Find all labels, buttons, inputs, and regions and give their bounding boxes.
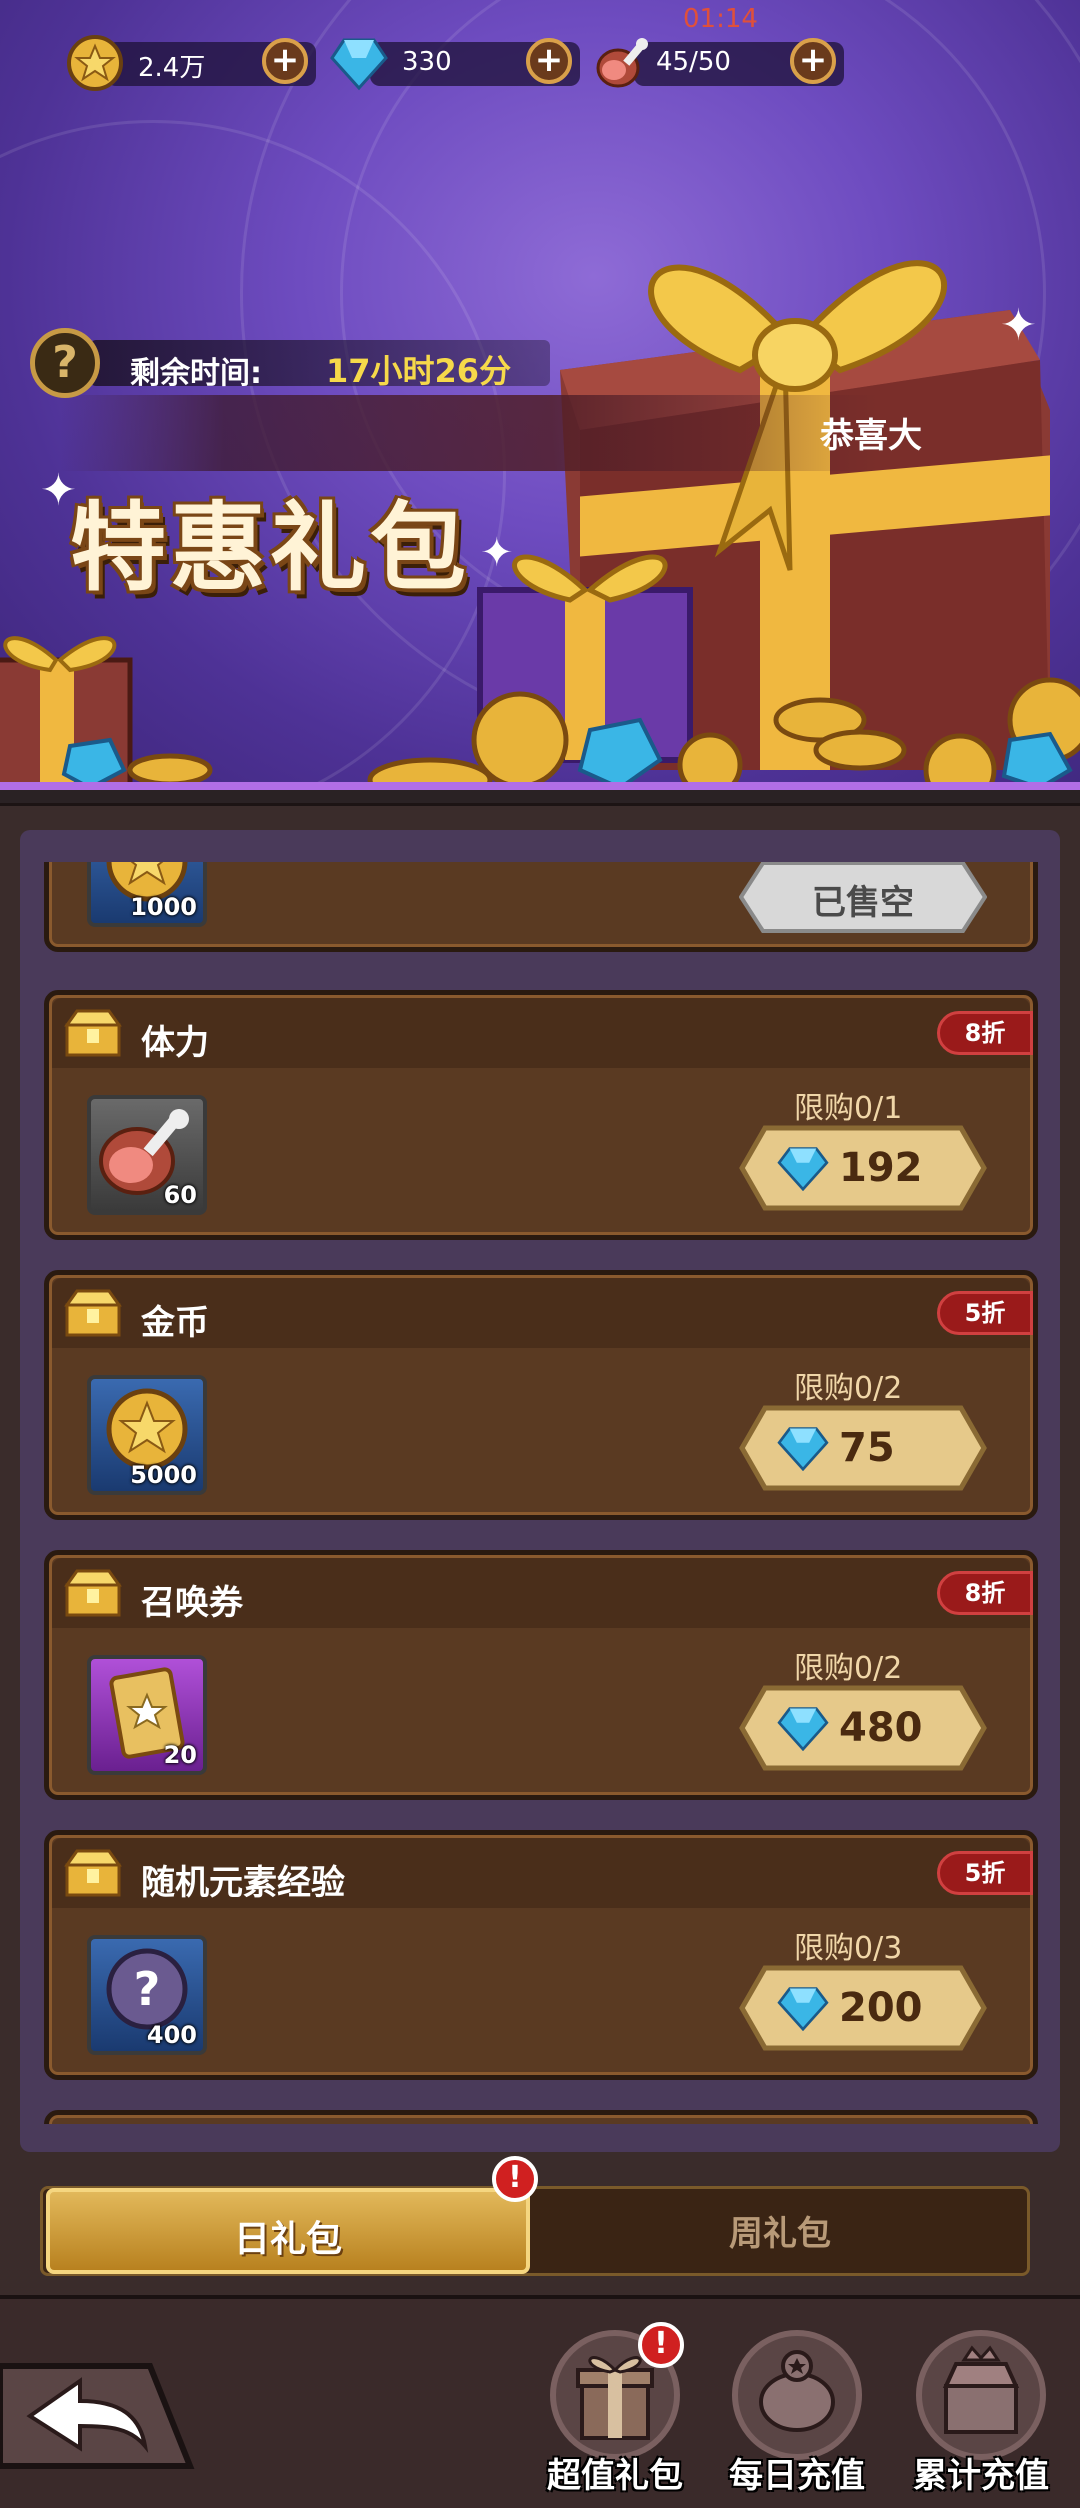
gold-value: 2.4万 [138, 53, 206, 83]
item-quantity: 60 [163, 1181, 197, 1209]
pack-card-next [44, 2110, 1038, 2124]
diamond-icon [777, 1707, 829, 1751]
purchase-limit: 限购0/2 [794, 1651, 903, 1686]
resource-diamond: 330 + [330, 34, 580, 91]
status-clock: 01:14 [683, 4, 758, 34]
pack-tabs: 日礼包 周礼包 ! [40, 2156, 1040, 2280]
discount-badge: 8折 [937, 1011, 1033, 1055]
pack-card-stamina: 体力 8折 60 限购0/1 192 [44, 990, 1038, 1240]
chest-icon [64, 1849, 122, 1897]
sold-out-label: 已售空 [812, 883, 914, 923]
item-quantity: 400 [146, 2021, 197, 2049]
purchase-limit: 限购0/2 [794, 1371, 903, 1406]
buy-button[interactable]: 200 [739, 1965, 987, 2051]
nav-cumulative-recharge[interactable]: 累计充值 [896, 2330, 1066, 2500]
sparkle-icon: ✦ [480, 530, 514, 576]
pack-list[interactable]: 1000 已售空 体力 8折 60 限购0/1 192 金币 5折 5000 限… [40, 862, 1040, 2124]
pack-name: 召唤券 [141, 1583, 243, 1623]
nav-cumulative-recharge-label: 累计充值 [913, 2456, 1049, 2496]
purchase-limit: 限购0/1 [794, 1091, 903, 1126]
pack-card-gold-1000: 1000 已售空 [44, 862, 1038, 952]
svg-text:?: ? [134, 1962, 161, 2016]
timer-label: 剩余时间: [130, 356, 262, 391]
pack-item[interactable]: ? 400 [87, 1935, 207, 2055]
piggy-bank-icon [759, 2350, 835, 2432]
congrats-scroll-strip [60, 395, 880, 471]
resource-gold: 2.4万 + [66, 34, 316, 91]
tab-daily[interactable]: 日礼包 [46, 2188, 530, 2274]
price-value: 480 [839, 1705, 923, 1751]
pack-item[interactable]: 1000 [87, 862, 207, 927]
page-title: 特惠礼包 [70, 492, 470, 604]
pack-card-summon-ticket: 召唤券 8折 20 限购0/2 480 [44, 1550, 1038, 1800]
discount-badge: 5折 [937, 1851, 1033, 1895]
diamond-icon [777, 1427, 829, 1471]
treasure-chest-icon [942, 2345, 1020, 2434]
purchase-limit: 限购0/3 [794, 1931, 903, 1966]
diamond-value: 330 [402, 47, 452, 77]
diamond-icon [330, 38, 388, 91]
pack-name: 金币 [141, 1303, 209, 1343]
sparkle-icon: ✦ [1000, 300, 1037, 351]
item-quantity: 5000 [130, 1461, 197, 1489]
chest-icon [64, 1289, 122, 1337]
congrats-ticker: 恭喜大 [820, 416, 922, 456]
sparkle-icon: ✦ [40, 465, 77, 516]
discount-badge: 5折 [937, 1291, 1033, 1335]
pack-name: 随机元素经验 [141, 1863, 345, 1903]
meat-stamina-icon [596, 38, 648, 88]
sold-out-button: 已售空 [739, 862, 987, 933]
timer-value: 17小时26分 [326, 352, 512, 390]
tab-daily-label: 日礼包 [233, 2219, 342, 2260]
nav-value-packs-label: 超值礼包 [547, 2456, 683, 2496]
pack-item[interactable]: 60 [87, 1095, 207, 1215]
diamond-icon [777, 1147, 829, 1191]
pack-item[interactable]: 5000 [87, 1375, 207, 1495]
add-stamina-button[interactable]: + [790, 38, 836, 84]
alert-badge-icon: ! [638, 2322, 684, 2368]
help-icon[interactable]: ? [30, 328, 100, 398]
pack-name: 体力 [141, 1023, 209, 1063]
gold-coin-icon [67, 35, 123, 91]
remaining-time: ? 剩余时间: 17小时26分 [30, 328, 550, 398]
tab-weekly-label: 周礼包 [729, 2214, 831, 2254]
stamina-value: 45/50 [656, 47, 731, 77]
buy-button[interactable]: 75 [739, 1405, 987, 1491]
pack-card-element-exp: 随机元素经验 5折 ? 400 限购0/3 200 [44, 1830, 1038, 2080]
price-value: 200 [839, 1985, 923, 2031]
add-diamond-button[interactable]: + [526, 38, 572, 84]
diamond-icon [777, 1987, 829, 2031]
buy-button[interactable]: 192 [739, 1125, 987, 1211]
banner-divider [0, 782, 1080, 790]
nav-value-packs[interactable]: ! 超值礼包 [530, 2322, 700, 2500]
item-quantity: 1000 [130, 893, 197, 921]
nav-daily-recharge-label: 每日充值 [729, 2456, 865, 2496]
nav-daily-recharge[interactable]: 每日充值 [712, 2330, 882, 2500]
resource-stamina: 45/50 + [594, 34, 844, 88]
add-gold-button[interactable]: + [262, 38, 308, 84]
chest-icon [64, 1569, 122, 1617]
price-value: 192 [839, 1145, 923, 1191]
coin-pile-illustration [61, 677, 1080, 790]
discount-badge: 8折 [937, 1571, 1033, 1615]
buy-button[interactable]: 480 [739, 1685, 987, 1771]
item-quantity: 20 [163, 1741, 197, 1769]
pack-item[interactable]: 20 [87, 1655, 207, 1775]
price-value: 75 [839, 1425, 895, 1471]
alert-badge-icon: ! [492, 2156, 538, 2202]
chest-icon [64, 1009, 122, 1057]
back-button[interactable] [0, 2356, 200, 2476]
pack-card-gold: 金币 5折 5000 限购0/2 75 [44, 1270, 1038, 1520]
